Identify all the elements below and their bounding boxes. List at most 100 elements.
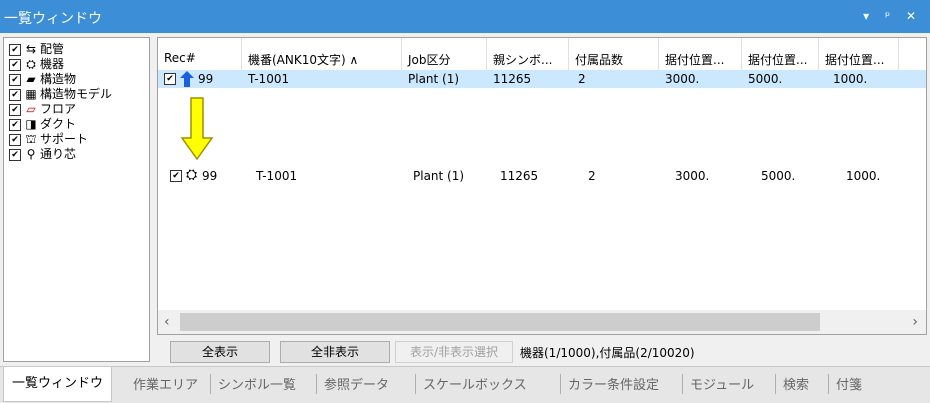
equipment-icon: ⛭ bbox=[186, 167, 198, 183]
column-divider[interactable] bbox=[486, 38, 487, 70]
tree-item-support[interactable]: ⛫サポート bbox=[4, 132, 149, 147]
column-divider[interactable] bbox=[898, 38, 899, 70]
tab-color-conditions[interactable]: カラー条件設定 bbox=[568, 374, 659, 393]
tree-item-label: 配管 bbox=[40, 42, 65, 56]
tree-item-label: 構造物 bbox=[40, 72, 77, 86]
window-title: 一覧ウィンドウ bbox=[4, 11, 102, 27]
column-header-rec[interactable]: Rec# bbox=[164, 51, 196, 65]
column-header-parent[interactable]: 親シンボ... bbox=[493, 51, 552, 68]
checkbox[interactable] bbox=[9, 133, 21, 146]
tree-item-label: 通り芯 bbox=[40, 147, 77, 161]
cell-pos-x: 3000. bbox=[665, 72, 700, 86]
checkbox[interactable] bbox=[9, 118, 21, 131]
row-checkbox[interactable] bbox=[170, 170, 182, 182]
tab-sticky-note[interactable]: 付箋 bbox=[836, 374, 862, 393]
column-divider[interactable] bbox=[818, 38, 819, 70]
scroll-left-icon[interactable]: ‹ bbox=[164, 314, 170, 330]
structure-icon: ▰ bbox=[26, 72, 36, 86]
tab-module[interactable]: モジュール bbox=[690, 374, 754, 393]
scrollbar-thumb[interactable] bbox=[180, 313, 820, 331]
column-header-pos-x[interactable]: 据付位置... bbox=[665, 51, 724, 68]
tab-scale-box[interactable]: スケールボックス bbox=[423, 374, 527, 393]
cell-parent: 11265 bbox=[493, 72, 532, 86]
column-divider[interactable] bbox=[401, 38, 402, 70]
callout-down-arrow-icon bbox=[180, 97, 214, 161]
tree-item-duct[interactable]: ◨ダクト bbox=[4, 117, 149, 132]
column-header-count[interactable]: 付属品数 bbox=[575, 51, 623, 68]
column-header-id[interactable]: 機番(ANK10文字) ∧ bbox=[248, 51, 358, 68]
column-divider[interactable] bbox=[568, 38, 569, 70]
tab-divider bbox=[560, 374, 561, 394]
equipment-icon: ⛭ bbox=[26, 57, 36, 71]
checkbox[interactable] bbox=[9, 58, 21, 71]
tree-item-structure-model[interactable]: ▦構造物モデル bbox=[4, 87, 149, 102]
tab-list-window[interactable]: 一覧ウィンドウ bbox=[3, 367, 113, 402]
cell-job: Plant (1) bbox=[413, 169, 465, 183]
tab-divider bbox=[682, 374, 683, 394]
panel-body: ⇆配管 ⛭ 機器 ▰ 構造物 ▦構造物モデル ▱ フロア ◨ダクト ⛫サポート ⚲ 通り… bbox=[0, 33, 930, 366]
tab-symbol-list[interactable]: シンボル一覧 bbox=[218, 374, 296, 393]
column-header-pos-z[interactable]: 据付位置... bbox=[825, 51, 884, 68]
data-grid: Rec# 機番(ANK10文字) ∧ Job区分 親シンボ... 付属品数 据付… bbox=[157, 37, 927, 335]
floor-icon: ▱ bbox=[26, 102, 36, 116]
duct-icon: ◨ bbox=[25, 117, 37, 131]
tab-bar: 一覧ウィンドウ 作業エリア シンボル一覧 参照データ スケールボックス カラー条… bbox=[0, 366, 930, 403]
tree-item-equipment[interactable]: ⛭ 機器 bbox=[4, 57, 149, 72]
tree-item-structure[interactable]: ▰ 構造物 bbox=[4, 72, 149, 87]
grid-header: Rec# 機番(ANK10文字) ∧ Job区分 親シンボ... 付属品数 据付… bbox=[158, 38, 926, 70]
window-titlebar: 一覧ウィンドウ ▾ ᵖ ✕ bbox=[0, 0, 930, 33]
cell-count: 2 bbox=[578, 72, 586, 86]
checkbox[interactable] bbox=[9, 148, 21, 161]
tree-item-gridline[interactable]: ⚲ 通り芯 bbox=[4, 147, 149, 162]
structure-model-icon: ▦ bbox=[25, 87, 37, 101]
row-checkbox[interactable] bbox=[164, 73, 176, 85]
checkbox[interactable] bbox=[9, 88, 21, 101]
category-tree: ⇆配管 ⛭ 機器 ▰ 構造物 ▦構造物モデル ▱ フロア ◨ダクト ⛫サポート ⚲ 通り… bbox=[3, 37, 150, 362]
column-header-pos-y[interactable]: 据付位置... bbox=[748, 51, 807, 68]
cell-rec: 99 bbox=[198, 72, 214, 86]
tab-divider bbox=[210, 374, 211, 394]
table-row[interactable]: ⛭ 99 T-1001 Plant (1) 11265 2 3000. 5000… bbox=[158, 166, 926, 186]
gridline-icon: ⚲ bbox=[26, 147, 36, 161]
tab-divider bbox=[316, 374, 317, 394]
status-text: 機器(1/1000),付属品(2/10020) bbox=[520, 346, 695, 360]
pin-icon[interactable]: ᵖ bbox=[885, 9, 896, 23]
column-divider[interactable] bbox=[741, 38, 742, 70]
cell-pos-z: 1000. bbox=[846, 169, 881, 183]
cell-id: T-1001 bbox=[248, 72, 290, 86]
dropdown-icon[interactable]: ▾ bbox=[863, 9, 875, 23]
cell-pos-z: 1000. bbox=[833, 72, 868, 86]
cell-pos-y: 5000. bbox=[748, 72, 783, 86]
tree-item-floor[interactable]: ▱ フロア bbox=[4, 102, 149, 117]
checkbox[interactable] bbox=[9, 73, 21, 86]
show-all-button[interactable]: 全表示 bbox=[170, 341, 270, 363]
column-divider[interactable] bbox=[658, 38, 659, 70]
tree-item-label: フロア bbox=[40, 102, 77, 116]
cell-rec: 99 bbox=[202, 169, 218, 183]
tree-item-label: サポート bbox=[40, 132, 89, 146]
checkbox[interactable] bbox=[9, 43, 21, 56]
pipe-icon: ⇆ bbox=[25, 42, 37, 56]
tab-work-area[interactable]: 作業エリア bbox=[133, 374, 198, 393]
cell-parent: 11265 bbox=[500, 169, 539, 183]
tree-item-pipe[interactable]: ⇆配管 bbox=[4, 42, 149, 57]
tab-divider bbox=[775, 374, 776, 394]
cell-pos-y: 5000. bbox=[761, 169, 796, 183]
tab-reference-data[interactable]: 参照データ bbox=[324, 374, 389, 393]
table-row-selected[interactable]: 99 T-1001 Plant (1) 11265 2 3000. 5000. … bbox=[158, 70, 926, 88]
cell-id: T-1001 bbox=[256, 169, 298, 183]
cell-job: Plant (1) bbox=[408, 72, 460, 86]
column-divider[interactable] bbox=[241, 38, 242, 70]
close-icon[interactable]: ✕ bbox=[906, 9, 922, 23]
hide-all-button[interactable]: 全非表示 bbox=[280, 341, 390, 363]
move-up-arrow-icon bbox=[180, 71, 194, 87]
tree-item-label: 機器 bbox=[40, 57, 65, 71]
horizontal-scrollbar[interactable]: ‹ › bbox=[158, 310, 926, 334]
tab-search[interactable]: 検索 bbox=[783, 374, 809, 393]
scroll-right-icon[interactable]: › bbox=[912, 314, 918, 330]
cell-count: 2 bbox=[588, 169, 596, 183]
checkbox[interactable] bbox=[9, 103, 21, 116]
toggle-visibility-button[interactable]: 表示/非表示選択 bbox=[395, 341, 513, 363]
column-header-job[interactable]: Job区分 bbox=[408, 51, 451, 68]
tab-divider bbox=[828, 374, 829, 394]
